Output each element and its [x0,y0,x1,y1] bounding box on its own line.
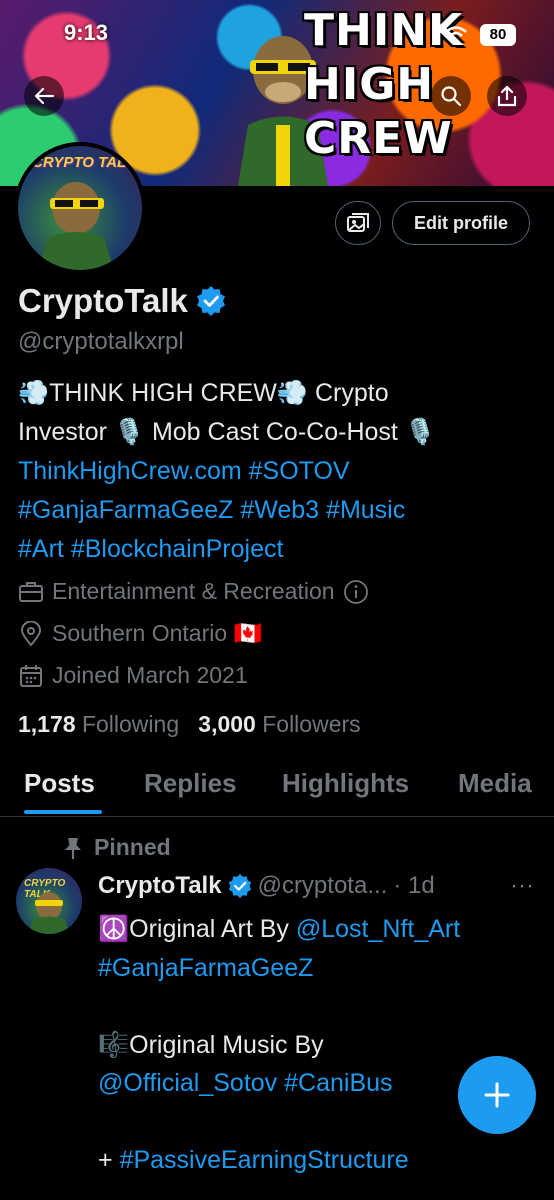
profile-joined: Joined March 2021 [18,662,248,689]
bio-hashtag-link[interactable]: #Web3 [240,496,319,524]
bio-line: #Art #BlockchainProject [18,530,538,569]
post-author-handle[interactable]: @cryptota... [258,872,388,900]
bio-line: 💨THINK HIGH CREW💨 Crypto [18,379,389,407]
post-header: CryptoTalk @cryptota... · 1d [98,872,435,900]
share-button[interactable] [487,76,527,116]
following-count: 1,178 [18,711,76,737]
bio-hashtag-link[interactable]: #Art [18,535,64,563]
following-label: Following [81,711,180,737]
post-mention-link[interactable]: @Official_Sotov [98,1069,277,1097]
bio-website-link[interactable]: ThinkHighCrew.com [18,457,242,485]
location-pin-icon [20,620,42,646]
post-line: 🎼Original Music By [98,1026,538,1065]
profile-category: Entertainment & Recreation [18,578,369,605]
followers-count: 3,000 [198,711,256,737]
wifi-icon [445,26,467,44]
bio-hashtag-link[interactable]: #GanjaFarmaGeeZ [18,496,233,524]
post-text: 🎼Original Music By [98,1030,324,1059]
tab-posts[interactable]: Posts [24,768,95,799]
category-text: Entertainment & Recreation [52,578,335,604]
post-text: + [98,1146,113,1174]
post-hashtag-link[interactable]: #CaniBus [284,1069,392,1097]
post-avatar-character-image [28,892,70,934]
post-author-name[interactable]: CryptoTalk [98,872,222,900]
compose-post-button[interactable] [458,1056,536,1134]
plus-icon [484,1082,510,1108]
profile-name: CryptoTalk [18,282,226,320]
briefcase-icon [19,581,43,602]
tabs-divider [0,816,554,817]
verified-badge-icon[interactable] [196,286,226,316]
post-body[interactable]: ☮️Original Art By @Lost_Nft_Art #GanjaFa… [98,910,538,1180]
calendar-icon [20,664,42,687]
back-button[interactable] [24,76,64,116]
status-time: 9:13 [64,20,109,45]
bio-hashtag-link[interactable]: #BlockchainProject [71,535,284,563]
post-author-avatar[interactable]: CRYPTO TALK [16,868,82,934]
pinned-indicator: Pinned [62,834,171,861]
pinned-label: Pinned [94,834,171,860]
profile-avatar[interactable]: CRYPTO TALK [14,142,146,274]
post-line: ☮️Original Art By @Lost_Nft_Art [98,910,538,949]
share-icon [497,85,517,107]
bio-hashtag-link[interactable]: #Music [326,496,405,524]
post-text: ☮️Original Art By [98,915,289,943]
followers-link[interactable]: 3,000 Followers [198,711,360,737]
post-line: #GanjaFarmaGeeZ [98,949,538,988]
profile-handle: @cryptotalkxrpl [18,328,184,355]
bio-line: ThinkHighCrew.com #SOTOV [18,452,538,491]
view-image-button[interactable] [335,201,381,245]
profile-name-text: CryptoTalk [18,282,188,319]
follow-counts: 1,178 Following 3,000 Followers [18,711,361,738]
location-text: Southern Ontario 🇨🇦 [52,620,263,646]
bio-hashtag-link[interactable]: #SOTOV [249,457,350,485]
edit-profile-button[interactable]: Edit profile [392,201,530,245]
pin-icon [65,837,81,859]
following-link[interactable]: 1,178 Following [18,711,179,737]
tab-highlights[interactable]: Highlights [282,768,409,799]
verified-badge-icon [228,874,251,898]
post-hashtag-link[interactable]: #PassiveEarningStructure [120,1146,409,1174]
profile-tabs: Posts Replies Highlights Media [0,762,554,816]
bio-line: #GanjaFarmaGeeZ #Web3 #Music [18,491,538,530]
back-arrow-icon [34,87,55,105]
post-more-button[interactable]: ··· [510,872,534,900]
post-line: + #PassiveEarningStructure [98,1141,538,1180]
search-button[interactable] [431,76,471,116]
avatar-character-image [38,182,114,270]
tab-replies[interactable]: Replies [144,768,237,799]
profile-location: Southern Ontario 🇨🇦 [18,620,262,647]
post-hashtag-link[interactable]: #GanjaFarmaGeeZ [98,954,313,982]
profile-bio: 💨THINK HIGH CREW💨 Crypto Investor 🎙️ Mob… [18,374,538,569]
tab-media[interactable]: Media [458,768,532,799]
post-timestamp[interactable]: · 1d [393,872,434,900]
joined-text: Joined March 2021 [52,662,248,688]
battery-indicator: 80 [480,24,516,46]
active-tab-indicator [24,810,102,814]
followers-label: Followers [262,711,361,737]
bio-line: Investor 🎙️ Mob Cast Co-Co-Host 🎙️ [18,418,436,446]
search-icon [441,86,462,107]
post-mention-link[interactable]: @Lost_Nft_Art [296,915,460,943]
info-icon[interactable] [343,579,369,605]
image-gallery-icon [347,213,369,232]
